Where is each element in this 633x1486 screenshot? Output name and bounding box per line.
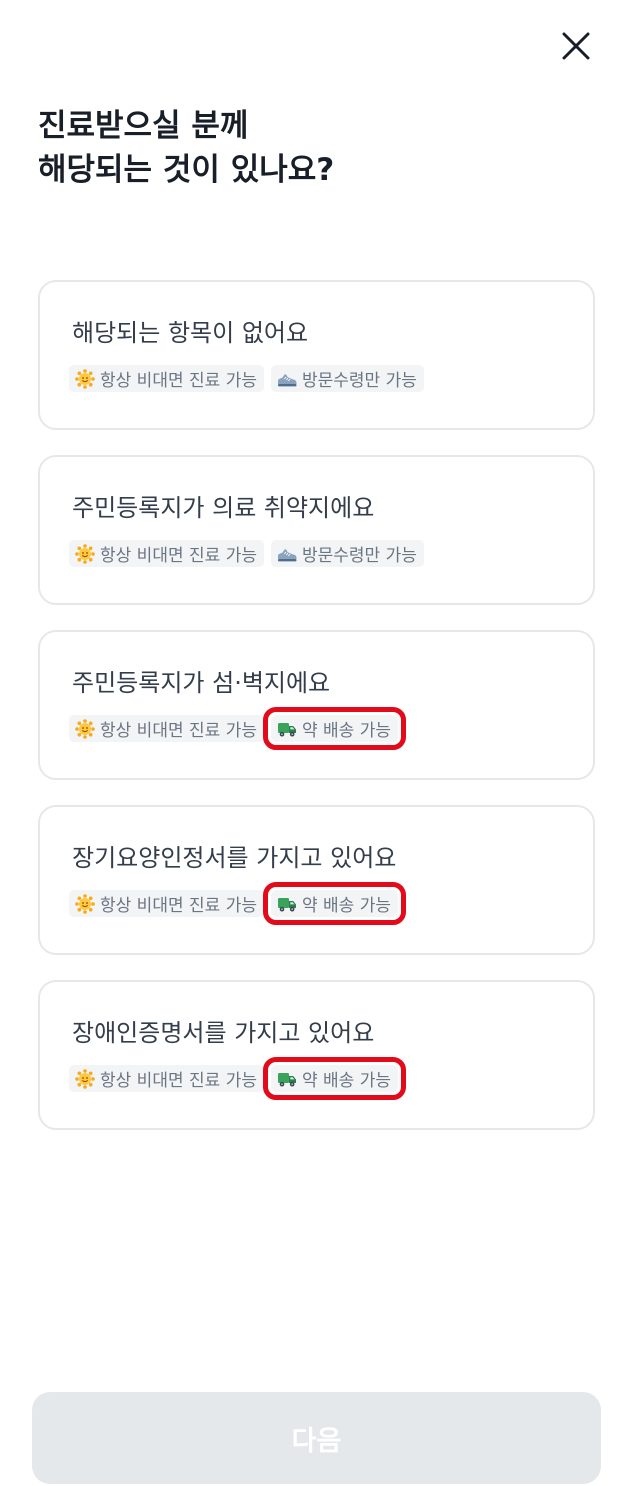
sun-icon — [75, 718, 95, 739]
close-button[interactable] — [554, 24, 598, 68]
tag-label: 항상 비대면 진료 가능 — [100, 1071, 257, 1091]
option-list: 해당되는 항목이 없어요 항상 비대면 진료 가능 방문수령만 가능 주민등록지가 의… — [38, 280, 595, 1155]
option-tag: 항상 비대면 진료 가능 — [69, 1065, 264, 1092]
next-button[interactable]: 다음 — [32, 1392, 601, 1484]
page-title: 진료받으실 분께 해당되는 것이 있나요? — [38, 104, 334, 192]
option-tag: 항상 비대면 진료 가능 — [69, 540, 264, 567]
truck-icon — [277, 894, 297, 914]
tag-label: 방문수령만 가능 — [301, 371, 417, 391]
option-label: 주민등록지가 의료 취약지에요 — [72, 494, 375, 522]
sun-icon — [75, 543, 95, 564]
tag-label: 약 배송 가능 — [301, 721, 391, 741]
option-tags: 항상 비대면 진료 가능 방문수령만 가능 — [69, 365, 424, 392]
option-tags: 항상 비대면 진료 가능 약 배송 가능 — [69, 707, 407, 750]
option-tags: 항상 비대면 진료 가능 약 배송 가능 — [69, 882, 407, 925]
option-label: 주민등록지가 섬·벽지에요 — [72, 669, 331, 697]
option-tags: 항상 비대면 진료 가능 방문수령만 가능 — [69, 540, 424, 567]
shoe-icon — [277, 544, 297, 564]
option-tag: 약 배송 가능 — [262, 1057, 407, 1100]
close-icon — [562, 32, 590, 60]
sun-icon — [75, 368, 95, 389]
truck-icon — [277, 719, 297, 739]
option-tag: 항상 비대면 진료 가능 — [69, 365, 264, 392]
sun-icon — [75, 893, 95, 914]
sun-icon — [75, 1068, 95, 1089]
option-tag: 항상 비대면 진료 가능 — [69, 890, 264, 917]
option-label: 해당되는 항목이 없어요 — [72, 319, 309, 347]
tag-label: 약 배송 가능 — [301, 1071, 391, 1091]
option-card[interactable]: 장애인증명서를 가지고 있어요항상 비대면 진료 가능 약 배송 가능 — [38, 980, 595, 1130]
tag-label: 방문수령만 가능 — [301, 546, 417, 566]
tag-label: 항상 비대면 진료 가능 — [100, 371, 257, 391]
option-card[interactable]: 장기요양인정서를 가지고 있어요항상 비대면 진료 가능 약 배송 가능 — [38, 805, 595, 955]
option-label: 장기요양인정서를 가지고 있어요 — [72, 844, 397, 872]
option-tag: 항상 비대면 진료 가능 — [69, 715, 264, 742]
shoe-icon — [277, 369, 297, 389]
tag-label: 약 배송 가능 — [301, 896, 391, 916]
option-card[interactable]: 해당되는 항목이 없어요항상 비대면 진료 가능 방문수령만 가능 — [38, 280, 595, 430]
tag-label: 항상 비대면 진료 가능 — [100, 896, 257, 916]
option-tag: 약 배송 가능 — [262, 882, 407, 925]
tag-label: 항상 비대면 진료 가능 — [100, 721, 257, 741]
option-card[interactable]: 주민등록지가 섬·벽지에요항상 비대면 진료 가능 약 배송 가능 — [38, 630, 595, 780]
option-tags: 항상 비대면 진료 가능 약 배송 가능 — [69, 1057, 407, 1100]
option-card[interactable]: 주민등록지가 의료 취약지에요항상 비대면 진료 가능 방문수령만 가능 — [38, 455, 595, 605]
title-line-1: 진료받으실 분께 — [38, 108, 249, 144]
option-tag: 약 배송 가능 — [262, 707, 407, 750]
option-label: 장애인증명서를 가지고 있어요 — [72, 1019, 375, 1047]
option-tag: 방문수령만 가능 — [270, 365, 424, 392]
tag-label: 항상 비대면 진료 가능 — [100, 546, 257, 566]
option-tag: 방문수령만 가능 — [270, 540, 424, 567]
truck-icon — [277, 1069, 297, 1089]
title-line-2: 해당되는 것이 있나요? — [38, 152, 335, 188]
